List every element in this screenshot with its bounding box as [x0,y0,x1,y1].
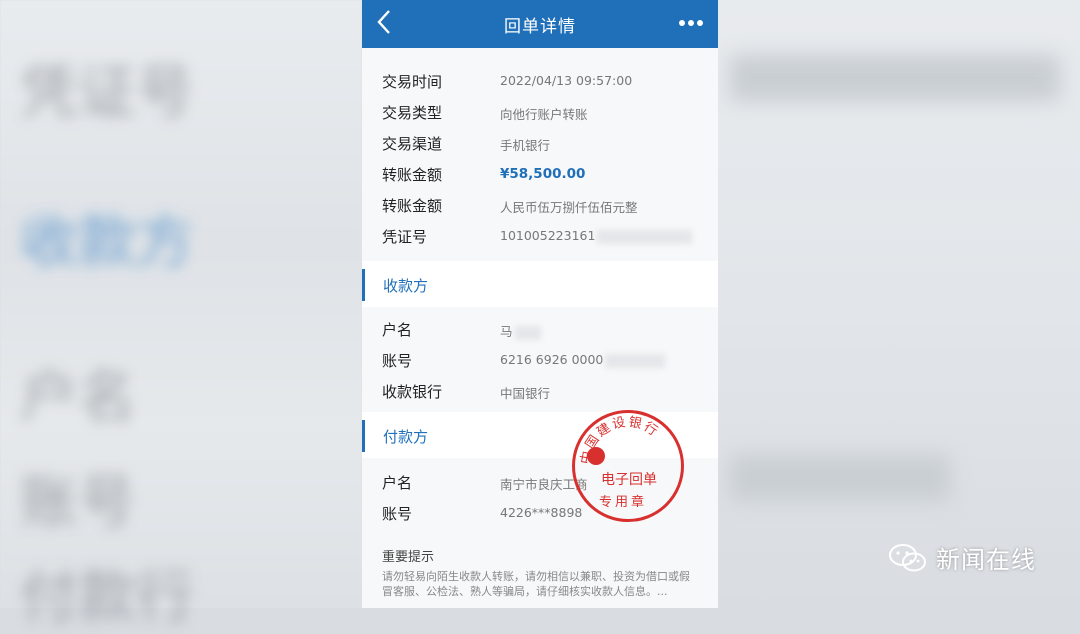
redaction-mask [514,325,541,340]
seal-line1: 电子回单 [601,472,657,488]
row-value: 6216 6926 0000 [500,352,666,368]
payee-section-header: 收款方 [362,261,718,307]
detail-row: 账号 6216 6926 0000 [362,344,718,375]
row-label: 收款银行 [382,383,443,401]
detail-row: 收款银行 中国银行 [362,375,718,406]
row-label: 转账金额 [382,197,443,215]
seal-line2: 专用章 [599,495,648,510]
section-title: 付款方 [383,428,429,446]
row-label: 交易渠道 [382,135,443,153]
row-label: 交易时间 [382,73,443,91]
row-value: 手机银行 [500,138,551,153]
payee-section: 户名 马 账号 6216 6926 0000 收款银行 中国银行 [362,307,718,412]
redaction-mask [605,353,666,368]
redaction-mask [597,229,693,244]
notice-body: 请勿轻易向陌生收款人转账，请勿相信以兼职、投资为借口或假冒客服、公检法、熟人等骗… [382,570,690,598]
row-label: 交易类型 [382,104,443,122]
section-accent-bar [362,269,365,301]
watermark: 新闻在线 [888,540,1036,575]
row-value: 向他行账户转账 [500,107,588,122]
detail-row: 交易时间 2022/04/13 09:57:00 [362,65,718,96]
detail-row: 转账金额 ¥58,500.00 [362,158,718,189]
row-label: 户名 [382,321,413,339]
more-dots-icon[interactable] [678,9,704,43]
top-bar: 回单详情 [362,0,718,48]
detail-row: 凭证号 101005223161 [362,220,718,251]
detail-row: 交易类型 向他行账户转账 [362,96,718,127]
section-title: 收款方 [383,277,429,295]
payee-name: 马 [500,324,513,339]
page-title: 回单详情 [504,17,576,37]
row-value: 马 [500,321,541,340]
row-label: 转账金额 [382,166,443,184]
transaction-section: 交易时间 2022/04/13 09:57:00 交易类型 向他行账户转账 交易… [362,48,718,261]
row-value: 2022/04/13 09:57:00 [500,73,633,88]
section-accent-bar [362,420,365,452]
bank-seal-stamp: 中国建设银行 电子回单 专用章 [572,410,684,522]
background-text: 凭证号 [20,58,195,126]
payee-account: 6216 6926 0000 [500,352,604,367]
background-text: 收款方 [20,208,195,276]
voucher-number: 101005223161 [500,228,596,243]
detail-row: 转账金额 人民币伍万捌仟伍佰元整 [362,189,718,220]
background-text: 账号 [20,468,137,536]
row-value: 人民币伍万捌仟伍佰元整 [500,200,638,215]
detail-row: 户名 马 [362,313,718,344]
row-label: 账号 [382,505,413,523]
background-text: 付款行 [20,563,195,631]
row-value: 中国银行 [500,386,551,401]
wechat-icon [888,542,928,574]
notice-title: 重要提示 [382,550,435,565]
amount-value: ¥58,500.00 [500,166,586,182]
watermark-text: 新闻在线 [936,546,1036,574]
row-label: 户名 [382,474,413,492]
background-blur-bar [730,455,950,501]
seal-emblem-icon [587,447,605,465]
row-label: 凭证号 [382,228,428,246]
background-text: 户名 [20,363,137,431]
row-label: 账号 [382,352,413,370]
row-value: 4226***8898 [500,505,583,520]
voucher-value: 101005223161 [500,228,693,244]
background-blur-bar [730,55,1060,101]
detail-row: 交易渠道 手机银行 [362,127,718,158]
important-notice: 重要提示 请勿轻易向陌生收款人转账，请勿相信以兼职、投资为借口或假冒客服、公检法… [362,536,718,608]
